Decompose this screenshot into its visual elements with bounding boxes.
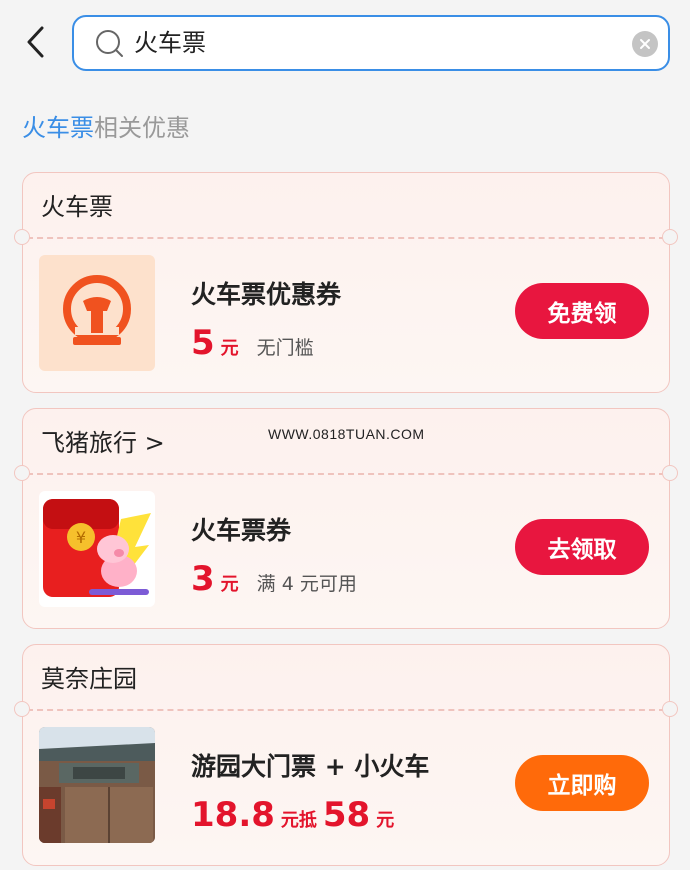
coupon-title: 火车票优惠券 [191,280,342,309]
section-title-highlight: 火车票 [22,114,94,142]
deal-value: 58 [322,795,371,835]
currency-unit: 元 [376,810,395,831]
coupon-amount: 3 [191,559,215,599]
coupon-amount: 5 [191,323,215,363]
currency-unit: 元 [220,338,239,359]
search-input[interactable]: 火车票 [134,27,206,59]
watermark: WWW.0818TUAN.COM [268,426,425,442]
card-notch-right [662,229,678,245]
currency-unit: 元抵 [280,810,317,831]
back-button[interactable] [18,24,54,60]
clear-button[interactable] [632,31,658,57]
deal-card: 莫奈庄园 游园大门票 + 小火车 18.8 元抵 58 元 立即购 [14,644,678,866]
claim-free-button[interactable]: 免费领 [515,283,649,339]
estate-gate-photo [39,727,155,843]
price-row: 18.8 元抵 58 元 [191,795,394,835]
chevron-left-icon [27,26,44,58]
coupon-condition: 无门槛 [256,337,314,359]
coupon-condition: 满 4 元可用 [256,573,357,595]
card-notch-left [14,465,30,481]
coupon-card: 火车票 火车票优惠券 5 元 无门槛 免费领 [14,172,678,393]
svg-text:¥: ¥ [76,528,86,547]
currency-unit: 元 [220,574,239,595]
card-divider [27,237,665,239]
red-envelope-pig-icon: ¥ [39,491,155,607]
coupon-title: 火车票券 [191,516,292,545]
search-icon [96,30,123,57]
railway-logo-icon [39,255,155,371]
section-title-rest: 相关优惠 [94,114,190,142]
buy-now-button[interactable]: 立即购 [515,755,649,811]
search-bar[interactable]: 火车票 [72,15,670,71]
card-divider [27,473,665,475]
deal-price: 18.8 [191,795,275,835]
close-icon [640,39,650,49]
card-notch-left [14,229,30,245]
card-notch-right [662,701,678,717]
price-row: 3 元 满 4 元可用 [191,559,357,599]
card-merchant-name: 火车票 [41,193,113,221]
card-merchant-name: 莫奈庄园 [41,665,137,693]
go-claim-button[interactable]: 去领取 [515,519,649,575]
section-title: 火车票相关优惠 [22,112,190,144]
price-row: 5 元 无门槛 [191,323,314,363]
card-notch-left [14,701,30,717]
deal-title: 游园大门票 + 小火车 [191,752,430,781]
card-divider [27,709,665,711]
card-merchant-link[interactable]: 飞猪旅行 > [41,427,165,459]
card-notch-right [662,465,678,481]
